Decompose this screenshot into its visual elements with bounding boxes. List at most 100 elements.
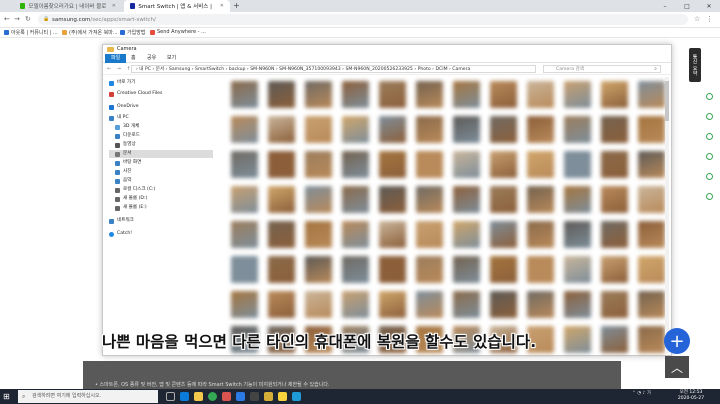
photo-thumbnail[interactable] [453, 186, 480, 213]
photo-thumbnail[interactable] [342, 81, 369, 108]
photo-thumbnail[interactable] [268, 256, 295, 283]
photo-thumbnail[interactable] [638, 221, 665, 248]
photo-thumbnail[interactable] [601, 151, 628, 178]
nav-item-quick-access[interactable]: 바로 가기 [109, 79, 135, 87]
photo-thumbnail[interactable] [527, 116, 554, 143]
photo-thumbnail[interactable] [379, 256, 406, 283]
tab-blog[interactable]: 모델이름찾으러가요 | 네이버 블로그 ✕ [14, 0, 122, 12]
photo-thumbnail[interactable] [231, 81, 258, 108]
nav-item-videos[interactable]: 동영상 [115, 141, 136, 149]
nav-item-3d-objects[interactable]: 3D 개체 [115, 123, 139, 131]
photo-thumbnail[interactable] [268, 186, 295, 213]
taskbar-search-input[interactable]: ⌕ 검색하려면 여기에 입력하십시오. [18, 390, 158, 403]
photo-thumbnail[interactable] [453, 81, 480, 108]
photo-thumbnail[interactable] [601, 81, 628, 108]
photo-thumbnail[interactable] [453, 151, 480, 178]
circle-extension-icon[interactable] [706, 113, 713, 120]
menu-dots-icon[interactable]: ⋮ [706, 15, 713, 23]
photo-thumbnail[interactable] [231, 151, 258, 178]
photo-thumbnail[interactable] [305, 221, 332, 248]
nav-arrows-icon[interactable]: ← → ↑ [107, 66, 133, 72]
minimize-button[interactable]: – [654, 0, 676, 12]
app-icon[interactable] [292, 392, 301, 401]
file-explorer-icon[interactable] [194, 392, 203, 401]
circle-extension-icon[interactable] [706, 93, 713, 100]
photo-thumbnail[interactable] [638, 186, 665, 213]
photo-thumbnail[interactable] [490, 256, 517, 283]
photo-thumbnail[interactable] [601, 291, 628, 318]
nav-item-downloads[interactable]: 다운로드 [115, 132, 140, 140]
photo-thumbnail[interactable] [379, 116, 406, 143]
add-floating-button[interactable]: + [664, 328, 690, 354]
edge-icon[interactable] [180, 392, 189, 401]
nav-item-creative-cloud[interactable]: Creative Cloud Files [109, 90, 162, 98]
photo-thumbnail[interactable] [342, 256, 369, 283]
photo-thumbnail[interactable] [416, 291, 443, 318]
photo-thumbnail[interactable] [564, 221, 591, 248]
photo-thumbnail[interactable] [305, 116, 332, 143]
url-input[interactable]: 🔒 samsung.com /sec/apps/smart-switch/ [38, 14, 688, 25]
side-badge[interactable]: 통신 요약 [689, 48, 701, 82]
photo-thumbnail[interactable] [527, 221, 554, 248]
nav-item-this-pc[interactable]: 내 PC [109, 114, 129, 122]
circle-extension-icon[interactable] [706, 153, 713, 160]
photo-thumbnail[interactable] [379, 151, 406, 178]
tab-smart-switch[interactable]: Smart Switch | 앱 & 서비스 | Samsung 대한민국 ✕ [124, 0, 230, 12]
ribbon-tab-home[interactable]: 홈 [125, 54, 142, 63]
photo-thumbnail[interactable] [638, 116, 665, 143]
photo-thumbnail[interactable] [564, 151, 591, 178]
app-icon[interactable] [264, 392, 273, 401]
explorer-scrollbar[interactable] [665, 77, 669, 353]
photo-thumbnail[interactable] [564, 291, 591, 318]
kakaotalk-icon[interactable] [278, 392, 287, 401]
close-window-button[interactable]: ✕ [698, 0, 720, 12]
photo-thumbnail[interactable] [453, 221, 480, 248]
scroll-to-top-button[interactable]: ︿ [665, 356, 689, 378]
photo-thumbnail[interactable] [342, 116, 369, 143]
photo-thumbnail[interactable] [601, 186, 628, 213]
photo-thumbnail[interactable] [305, 151, 332, 178]
photo-thumbnail[interactable] [453, 291, 480, 318]
photo-thumbnail[interactable] [379, 81, 406, 108]
nav-item-onedrive[interactable]: OneDrive [109, 103, 139, 111]
nav-item-catch[interactable]: Catch! [109, 230, 132, 238]
bookmark-item[interactable]: 아웃룩 | 커뮤니티 | ... [4, 29, 58, 36]
photo-thumbnail[interactable] [601, 256, 628, 283]
photo-thumbnail[interactable] [379, 291, 406, 318]
photo-thumbnail[interactable] [527, 256, 554, 283]
circle-extension-icon[interactable] [706, 193, 713, 200]
photo-thumbnail[interactable] [638, 81, 665, 108]
photo-thumbnail[interactable] [416, 116, 443, 143]
photo-thumbnail[interactable] [564, 81, 591, 108]
ribbon-tab-view[interactable]: 보기 [161, 54, 182, 63]
photo-thumbnail[interactable] [416, 221, 443, 248]
nav-item-disk-d[interactable]: 새 볼륨 (D:) [115, 195, 147, 203]
circle-extension-icon[interactable] [706, 133, 713, 140]
bookmark-item[interactable]: Send Anywhere - ... [150, 29, 206, 35]
nav-item-desktop[interactable]: 바탕 화면 [115, 159, 141, 167]
bookmark-item[interactable]: 가입방법 [120, 29, 145, 36]
photo-thumbnail[interactable] [416, 186, 443, 213]
photo-thumbnail[interactable] [638, 256, 665, 283]
nav-item-documents[interactable]: 문서 [109, 150, 213, 158]
photo-thumbnail[interactable] [564, 256, 591, 283]
photo-thumbnail[interactable] [527, 151, 554, 178]
photo-thumbnail[interactable] [268, 116, 295, 143]
photo-thumbnail[interactable] [490, 186, 517, 213]
nav-item-music[interactable]: 음악 [115, 177, 131, 185]
explorer-path-input[interactable]: › 내 PC › 문서 › Samsung › SmartSwitch › ba… [131, 65, 536, 73]
photo-thumbnail[interactable] [638, 291, 665, 318]
photo-thumbnail[interactable] [342, 221, 369, 248]
photo-thumbnail[interactable] [268, 151, 295, 178]
photo-thumbnail[interactable] [268, 291, 295, 318]
photo-thumbnail[interactable] [268, 221, 295, 248]
chrome-icon[interactable] [208, 392, 217, 401]
nav-item-disk-e[interactable]: 새 볼륨 (E:) [115, 204, 147, 212]
explorer-search-input[interactable]: Camera 검색 ⌕ [543, 65, 661, 73]
photo-thumbnail[interactable] [490, 291, 517, 318]
photo-thumbnail[interactable] [490, 151, 517, 178]
photo-thumbnail[interactable] [379, 221, 406, 248]
photo-thumbnail[interactable] [231, 221, 258, 248]
photo-thumbnail[interactable] [453, 256, 480, 283]
photo-thumbnail[interactable] [342, 291, 369, 318]
